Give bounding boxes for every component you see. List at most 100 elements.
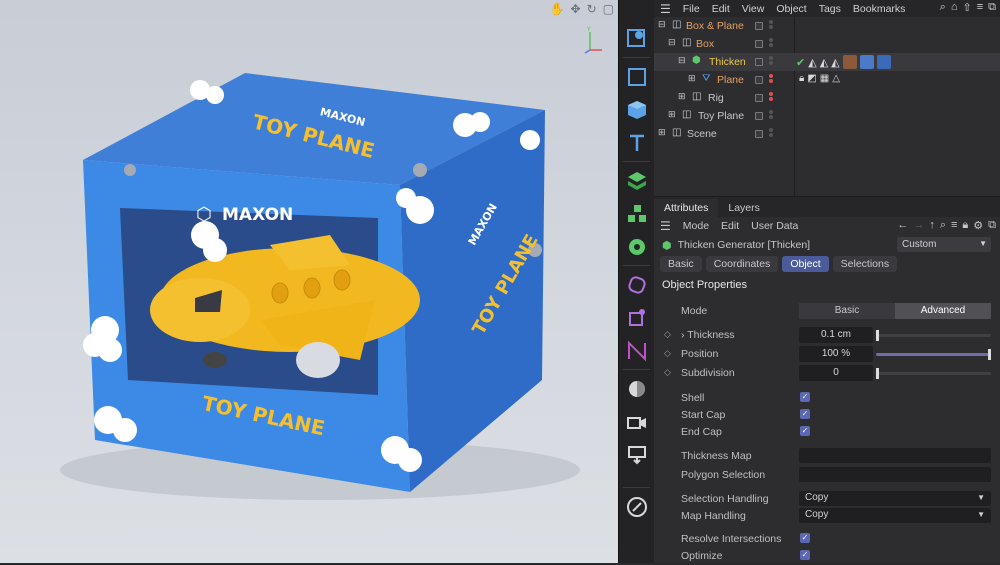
visibility-checkbox[interactable] bbox=[755, 112, 763, 120]
hamburger-icon[interactable]: ☰ bbox=[660, 2, 671, 16]
visibility-checkbox[interactable] bbox=[755, 94, 763, 102]
uv-tag-icon[interactable]: ◭ bbox=[831, 56, 839, 69]
tab-layers[interactable]: Layers bbox=[718, 199, 770, 217]
new-window-icon[interactable]: ⧉ bbox=[988, 219, 996, 232]
home-icon[interactable]: ⌂ bbox=[951, 1, 958, 14]
triangle-tag-icon[interactable]: △ bbox=[832, 73, 840, 84]
render-dots[interactable] bbox=[769, 74, 773, 86]
forward-arrow-icon[interactable]: → bbox=[913, 219, 924, 232]
back-arrow-icon[interactable]: ← bbox=[897, 219, 908, 232]
menu-file[interactable]: File bbox=[683, 3, 700, 15]
mode-basic-button[interactable]: Basic bbox=[799, 303, 895, 319]
camera-icon[interactable] bbox=[619, 405, 655, 438]
thickness-map-link-field[interactable] bbox=[799, 448, 991, 463]
cube-icon[interactable] bbox=[619, 93, 655, 126]
search-icon[interactable]: ⌕ bbox=[940, 1, 946, 14]
end-cap-checkbox[interactable]: ✓ bbox=[800, 426, 810, 436]
menu-edit[interactable]: Edit bbox=[721, 220, 739, 232]
tree-row-rig[interactable]: ⊞ ◫ Rig bbox=[654, 89, 1000, 107]
settings-icon[interactable]: ⚙ bbox=[973, 219, 983, 232]
visibility-checkbox[interactable] bbox=[755, 76, 763, 84]
expand-chevron-icon[interactable]: › bbox=[681, 329, 685, 341]
uv-tag-icon[interactable]: ◭ bbox=[820, 56, 828, 69]
map-handling-dropdown[interactable]: Copy ▼ bbox=[799, 508, 991, 523]
shell-checkbox[interactable]: ✓ bbox=[800, 392, 810, 402]
tree-row-box[interactable]: ⊟ ◫ Box bbox=[654, 35, 1000, 53]
flag-tag-icon[interactable]: ◩ bbox=[807, 73, 816, 84]
keyframe-diamond-icon[interactable]: ◇ bbox=[664, 367, 671, 378]
uv-tag-icon[interactable]: ◭ bbox=[808, 56, 816, 69]
menu-object[interactable]: Object bbox=[776, 3, 806, 15]
lock-tag-icon[interactable]: 🔒︎ bbox=[799, 73, 804, 84]
keyframe-diamond-icon[interactable]: ◇ bbox=[664, 348, 671, 359]
subtab-object[interactable]: Object bbox=[782, 256, 829, 272]
render-tag-icon[interactable] bbox=[619, 438, 655, 471]
selection-handling-dropdown[interactable]: Copy ▼ bbox=[799, 491, 991, 506]
menu-tags[interactable]: Tags bbox=[819, 3, 841, 15]
menu-mode[interactable]: Mode bbox=[683, 220, 709, 232]
position-slider[interactable] bbox=[876, 349, 991, 360]
subtab-basic[interactable]: Basic bbox=[660, 256, 702, 272]
menu-user-data[interactable]: User Data bbox=[751, 220, 798, 232]
slider-knob[interactable] bbox=[876, 368, 879, 379]
mode-advanced-button[interactable]: Advanced bbox=[895, 303, 991, 319]
render-dots[interactable] bbox=[769, 56, 773, 68]
collapse-icon[interactable]: ⊟ bbox=[668, 37, 676, 48]
check-tag-icon[interactable]: ✔ bbox=[796, 56, 805, 69]
subdivision-field[interactable]: 0 bbox=[799, 365, 873, 381]
thickness-slider[interactable] bbox=[876, 330, 991, 341]
resolve-intersections-checkbox[interactable]: ✓ bbox=[800, 533, 810, 543]
new-window-icon[interactable]: ⧉ bbox=[988, 1, 996, 14]
slider-knob[interactable] bbox=[988, 349, 991, 360]
collapse-icon[interactable]: ⊟ bbox=[658, 19, 666, 30]
thickness-field[interactable]: 0.1 cm bbox=[799, 327, 873, 343]
subdivision-slider[interactable] bbox=[876, 368, 991, 379]
rectangle-spline-icon[interactable] bbox=[619, 60, 655, 93]
deformer-icon[interactable] bbox=[619, 268, 655, 301]
polygon-selection-link-field[interactable] bbox=[799, 467, 991, 482]
tree-row-scene[interactable]: ⊞ ◫ Scene bbox=[654, 125, 1000, 143]
material-tag-icon[interactable] bbox=[859, 55, 874, 69]
render-dots[interactable] bbox=[769, 110, 773, 122]
menu-bookmarks[interactable]: Bookmarks bbox=[853, 3, 906, 15]
text-tool-icon[interactable] bbox=[619, 126, 655, 159]
preset-dropdown[interactable]: Custom ▼ bbox=[897, 237, 991, 252]
expand-icon[interactable]: ⊞ bbox=[678, 91, 686, 102]
lock-icon[interactable]: 🔒︎ bbox=[962, 219, 968, 232]
visibility-checkbox[interactable] bbox=[755, 22, 763, 30]
subtab-selections[interactable]: Selections bbox=[832, 256, 898, 272]
position-field[interactable]: 100 % bbox=[799, 346, 873, 362]
visibility-checkbox[interactable] bbox=[755, 58, 763, 66]
render-dots[interactable] bbox=[769, 128, 773, 140]
checker-tag-icon[interactable]: ▦ bbox=[820, 73, 829, 84]
expand-icon[interactable]: ⊞ bbox=[668, 109, 676, 120]
tab-attributes[interactable]: Attributes bbox=[654, 199, 719, 217]
cloner-icon[interactable] bbox=[619, 197, 655, 230]
render-dots[interactable] bbox=[769, 38, 773, 50]
optimize-checkbox[interactable]: ✓ bbox=[800, 550, 810, 560]
menu-view[interactable]: View bbox=[742, 3, 765, 15]
visibility-checkbox[interactable] bbox=[755, 40, 763, 48]
menu-edit[interactable]: Edit bbox=[712, 3, 730, 15]
up-arrow-icon[interactable]: ↑ bbox=[929, 219, 935, 232]
tree-row-thicken[interactable]: ⊟ ⬢ Thicken ✔ ◭ ◭ ◭ bbox=[654, 53, 1000, 71]
expand-icon[interactable]: ⊞ bbox=[658, 127, 666, 138]
render-dots[interactable] bbox=[769, 92, 773, 104]
start-cap-checkbox[interactable]: ✓ bbox=[800, 409, 810, 419]
spline-deform-icon[interactable] bbox=[619, 334, 655, 367]
tree-row-box-plane[interactable]: ⊟ ◫ Box & Plane bbox=[654, 17, 1000, 35]
expand-icon[interactable]: ⊞ bbox=[688, 73, 696, 84]
hamburger-icon[interactable]: ☰ bbox=[660, 219, 671, 233]
search-icon[interactable]: ⌕ bbox=[940, 219, 946, 232]
object-tool-icon[interactable] bbox=[619, 22, 655, 55]
material-tag-icon[interactable] bbox=[876, 55, 891, 69]
collapse-icon[interactable]: ⊟ bbox=[678, 55, 686, 66]
render-dots[interactable] bbox=[769, 20, 773, 32]
visibility-checkbox[interactable] bbox=[755, 130, 763, 138]
filter-icon[interactable]: ≡ bbox=[951, 219, 957, 232]
material-tag-icon[interactable] bbox=[842, 55, 857, 69]
tree-row-plane[interactable]: ⊞ ⛛ Plane 🔒︎ ◩ ▦ △ bbox=[654, 71, 1000, 89]
tree-row-toy-plane[interactable]: ⊞ ◫ Toy Plane bbox=[654, 107, 1000, 125]
generator-icon[interactable] bbox=[619, 164, 655, 197]
environment-icon[interactable] bbox=[619, 372, 655, 405]
